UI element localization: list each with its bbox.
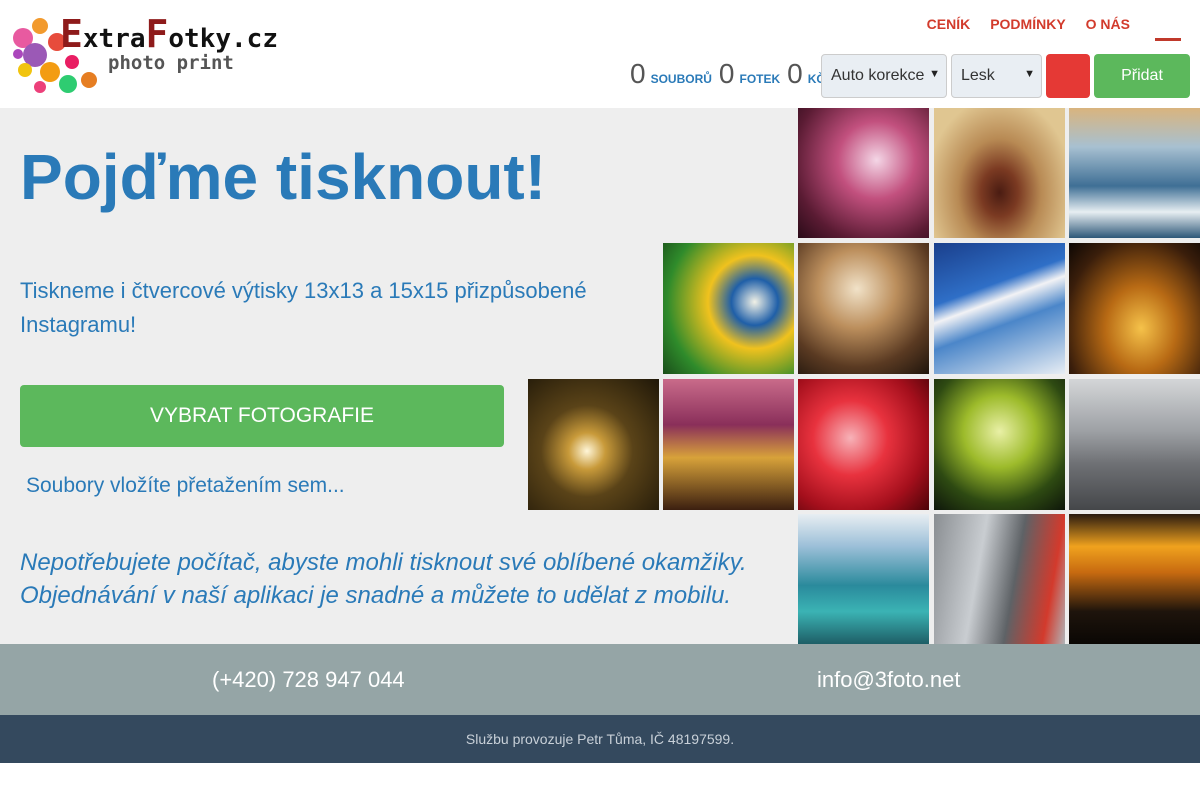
photo-tile-bottles [934, 379, 1065, 510]
correction-select-value: Auto korekce [831, 67, 925, 84]
nav-link-terms[interactable]: PODMÍNKY [990, 16, 1065, 32]
photos-label: FOTEK [739, 72, 781, 86]
language-flag-icon[interactable] [1155, 38, 1181, 41]
nav-link-pricing[interactable]: CENÍK [927, 16, 971, 32]
site-footer: Službu provozuje Petr Tůma, IČ 48197599. [0, 715, 1200, 763]
hero-subtitle: Tiskneme i čtvercové výtisky 13x13 a 15x… [20, 278, 587, 337]
photo-tile-sunset-lake [528, 379, 659, 510]
finish-select[interactable]: Lesk ▼ [951, 54, 1042, 98]
price-total: 0 [787, 58, 803, 89]
photo-tile-hotel-night [1069, 243, 1200, 374]
photo-tile-street-cafe [663, 379, 794, 510]
photo-tile-red-dancer [798, 379, 929, 510]
files-label: SOUBORŮ [650, 72, 712, 86]
photo-tile-woman-sea [1069, 108, 1200, 238]
mobile-app-note-line1: Nepotřebujete počítač, abyste mohli tisk… [20, 549, 747, 576]
color-swatch-button[interactable] [1046, 54, 1090, 98]
photo-tile-sea-coast [798, 514, 929, 644]
photo-tile-concert-guitarist [798, 108, 929, 238]
photo-tile-woman-scarf [934, 108, 1065, 238]
contact-bar: (+420) 728 947 044 info@3foto.net [0, 644, 1200, 715]
logo-wordmark: ExtraFotky.cz [60, 12, 278, 56]
mobile-app-note-line2: Objednávání v naší aplikaci je snadné a … [20, 582, 732, 609]
top-nav: CENÍK PODMÍNKY O NÁS [927, 16, 1130, 32]
files-count: 0 [630, 58, 646, 89]
photo-tile-airplane-wing [934, 243, 1065, 374]
photo-tile-building [934, 514, 1065, 644]
photo-tile-parrot [663, 243, 794, 374]
photos-count: 0 [718, 58, 735, 89]
photo-tile-cowboy-hat [798, 243, 929, 374]
add-button[interactable]: Přidat [1094, 54, 1190, 98]
correction-select[interactable]: Auto korekce ▼ [821, 54, 947, 98]
chevron-down-icon: ▼ [1024, 68, 1035, 80]
site-header: ExtraFotky.cz photo print CENÍK PODMÍNKY… [0, 0, 1200, 108]
finish-select-value: Lesk [961, 67, 995, 84]
chevron-down-icon: ▼ [929, 68, 940, 80]
choose-photos-button[interactable]: VYBRAT FOTOGRAFIE [20, 385, 504, 447]
mobile-app-note: Nepotřebujete počítač, abyste mohli tisk… [20, 546, 747, 612]
hero-title: Pojďme tisknout! [20, 141, 547, 213]
order-counters: 0 SOUBORŮ 0 FOTEK 0 KČ [630, 58, 827, 90]
nav-link-about[interactable]: O NÁS [1086, 16, 1130, 32]
hero-section: Pojďme tisknout! Tiskneme i čtvercové vý… [0, 108, 1200, 644]
photo-tile-fountain [1069, 379, 1200, 510]
operator-info: Službu provozuje Petr Tůma, IČ 48197599. [465, 731, 735, 747]
drop-zone-hint[interactable]: Soubory vložíte přetažením sem... [26, 474, 345, 498]
photo-tile-night-crowd [1069, 514, 1200, 644]
logo-tagline: photo print [108, 52, 234, 74]
logo[interactable]: ExtraFotky.cz photo print [10, 10, 310, 100]
phone-number[interactable]: (+420) 728 947 044 [212, 667, 405, 693]
email-address[interactable]: info@3foto.net [817, 667, 960, 693]
